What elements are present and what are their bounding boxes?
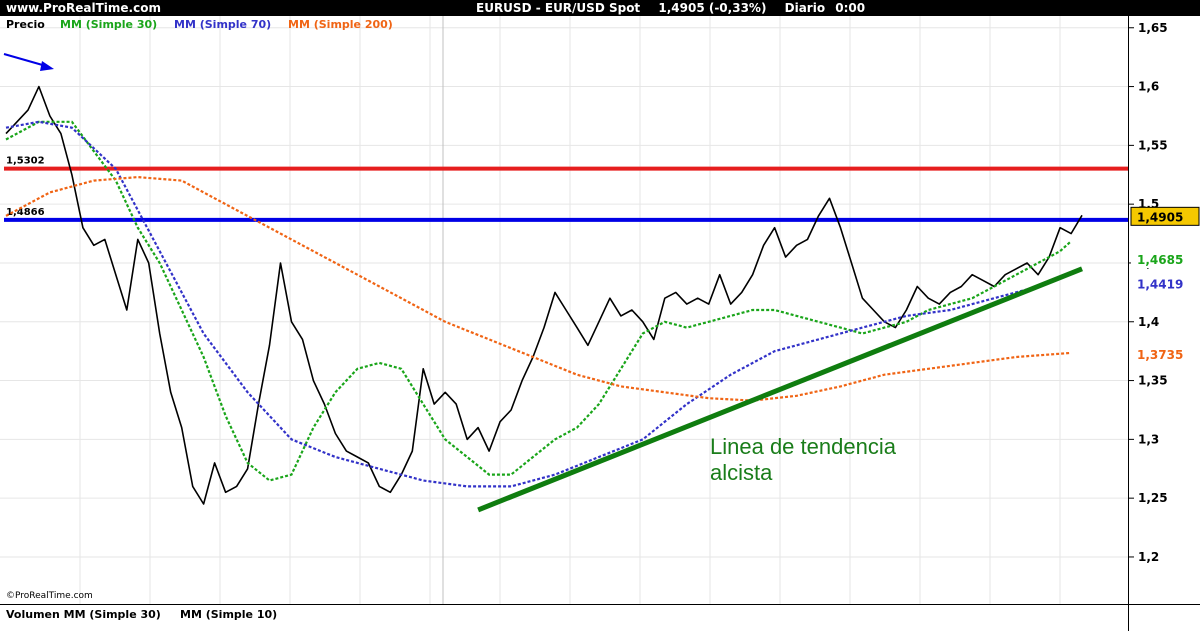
tick-label-8: 1,25 xyxy=(1138,491,1168,505)
annotation-line1: Linea de tendencia xyxy=(710,434,897,459)
instrument-name: EURUSD - EUR/USD Spot xyxy=(476,1,641,15)
tick-label-6: 1,35 xyxy=(1138,374,1168,388)
tick-label-9: 1,2 xyxy=(1138,550,1159,564)
instrument-info: EURUSD - EUR/USD Spot 1,4905 (-0,33%) Di… xyxy=(476,0,879,16)
chart-series xyxy=(5,85,1083,505)
tag-ma30: 1,4685 xyxy=(1137,253,1183,267)
legend-ma70: MM (Simple 70) xyxy=(174,18,271,31)
volume-ma-label: MM (Simple 10) xyxy=(180,608,278,621)
timeframe[interactable]: Diario xyxy=(785,1,825,15)
tag-ma200: 1,3735 xyxy=(1137,348,1183,362)
volume-panel-header: Volumen MM (Simple 30) MM (Simple 10) xyxy=(0,604,1128,631)
axis-value-tags: 1,4905 1,4685 1,4419 1,3735 xyxy=(1130,206,1200,363)
tag-ma70: 1,4419 xyxy=(1137,277,1183,291)
tick-label-1: 1,6 xyxy=(1138,80,1159,94)
tick-label-2: 1,55 xyxy=(1138,138,1168,152)
marker-arrow xyxy=(3,53,54,71)
chart-header: www.ProRealTime.com EURUSD - EUR/USD Spo… xyxy=(0,0,1200,16)
annotation-line2: alcista xyxy=(710,460,773,485)
copyright: ©ProRealTime.com xyxy=(6,591,93,601)
volume-axis xyxy=(1128,604,1200,631)
series-price xyxy=(5,85,1083,505)
horizontal-levels: 1,53021,4866 xyxy=(4,156,1128,222)
tick-label-5: 1,4 xyxy=(1138,315,1159,329)
legend-price: Precio xyxy=(6,18,45,31)
legend-ma200: MM (Simple 200) xyxy=(288,18,393,31)
legend-ma30: MM (Simple 30) xyxy=(60,18,157,31)
tick-label-7: 1,3 xyxy=(1138,432,1159,446)
tick-label-0: 1,65 xyxy=(1138,21,1168,35)
legend: Precio MM (Simple 30) MM (Simple 70) MM … xyxy=(6,18,393,31)
price-chart[interactable]: 1,53021,4866 Linea de tendencia alcista … xyxy=(0,16,1128,604)
price-axis: 1,651,61,551,51,451,41,351,31,251,2 1,49… xyxy=(1128,16,1200,604)
tag-price: 1,4905 xyxy=(1137,210,1183,224)
volume-label: Volumen MM (Simple 30) xyxy=(6,608,161,621)
last-quote: 1,4905 (-0,33%) xyxy=(658,1,767,15)
resistance-label: 1,5302 xyxy=(6,156,45,167)
chart-grid xyxy=(0,16,1128,604)
series-ma70 xyxy=(5,120,1072,488)
clock: 0:00 xyxy=(835,1,866,15)
site-name[interactable]: www.ProRealTime.com xyxy=(6,0,161,16)
